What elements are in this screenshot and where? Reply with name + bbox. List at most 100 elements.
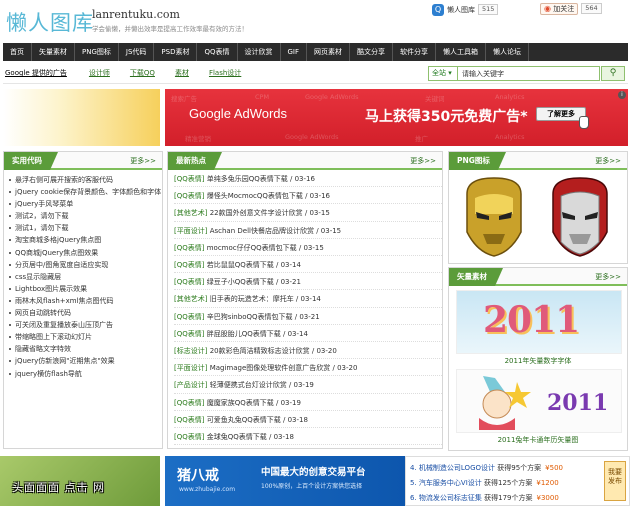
hot-list-item[interactable]: [QQ表情] 可爱鱼丸兔QQ表情下载 / 03-18: [174, 414, 442, 429]
code-list-item[interactable]: 测试2，请勿下载: [9, 210, 162, 222]
more-link[interactable]: 更多>>: [130, 156, 156, 166]
weibo-follow-button[interactable]: ◉ 加关注: [540, 2, 579, 15]
hot-item-category[interactable]: [QQ表情]: [174, 330, 204, 338]
vector-caption[interactable]: 2011年矢量数字字体: [449, 356, 627, 366]
subnav-google-ads[interactable]: Google 提供的广告: [5, 68, 67, 78]
code-list-item[interactable]: 悬浮右侧可展开搜索的客服代码: [9, 174, 162, 186]
code-list-item[interactable]: 网页自动跳转代码: [9, 307, 162, 319]
code-list-item[interactable]: 淘宝商城多格jQuery焦点图: [9, 234, 162, 246]
hot-item-title[interactable]: 胖屁股胎儿QQ表情下载: [207, 330, 281, 338]
hot-list-item[interactable]: [QQ表情] mocmoc仔仔QQ表情包下载 / 03-15: [174, 242, 442, 257]
hot-item-category[interactable]: [其他艺术]: [174, 209, 207, 217]
hot-item-category[interactable]: [平面设计]: [174, 364, 207, 372]
nav-item[interactable]: 首页: [3, 43, 32, 61]
nav-item[interactable]: GIF: [281, 43, 308, 61]
hot-list-item[interactable]: [QQ表情] 魔魔家族QQ表情下载 / 03-19: [174, 397, 442, 411]
nav-item[interactable]: QQ表情: [197, 43, 238, 61]
hot-item-title[interactable]: 22款国外创意文件字设计欣赏: [210, 209, 303, 217]
panel-title[interactable]: 最新热点: [168, 152, 222, 170]
hot-item-title[interactable]: Aschan Dell快餐店品牌设计欣赏: [210, 227, 314, 235]
hot-list-item[interactable]: [标志设计] 20款彩色简洁精致标志设计欣赏 / 03-20: [174, 345, 442, 360]
nav-item[interactable]: PNG图标: [75, 43, 119, 61]
hot-item-title[interactable]: 20款彩色简洁精致标志设计欣赏: [210, 347, 310, 355]
nav-item[interactable]: 软件分享: [393, 43, 437, 61]
hot-item-category[interactable]: [QQ表情]: [174, 175, 204, 183]
ad-info-icon[interactable]: i: [618, 91, 626, 99]
nav-item[interactable]: 设计欣赏: [238, 43, 281, 61]
search-scope-select[interactable]: 全站 ▾: [428, 66, 458, 81]
code-list-item[interactable]: 隐藏省略文字特效: [9, 343, 162, 355]
code-list-item[interactable]: 可关闭及重复播放泰山压顶广告: [9, 319, 162, 331]
hot-item-category[interactable]: [QQ表情]: [174, 433, 204, 441]
left-ad-slot[interactable]: [3, 89, 160, 146]
task-item[interactable]: 5. 汽车服务中心VI设计 获得125个方案 ¥1200: [410, 478, 559, 488]
site-logo[interactable]: 懒人图库: [6, 7, 94, 37]
code-list-item[interactable]: 分页居中/图角宽度自适应实现: [9, 259, 162, 271]
hot-list-item[interactable]: [其他艺术] 旧手表的玩造艺术：摩托车 / 03-14: [174, 293, 442, 308]
hot-item-category[interactable]: [其他艺术]: [174, 295, 207, 303]
nav-item[interactable]: 懒人工具箱: [436, 43, 487, 61]
code-list-item[interactable]: css显示隐藏层: [9, 271, 162, 283]
hot-list-item[interactable]: [QQ表情] 金球兔QQ表情下载 / 03-18: [174, 431, 442, 446]
more-link[interactable]: 更多>>: [595, 272, 621, 282]
hot-item-category[interactable]: [QQ表情]: [174, 192, 204, 200]
google-adwords-banner[interactable]: 搜索广告 CPM Google AdWords 关键词 Analytics 精准…: [165, 89, 628, 146]
code-list-item[interactable]: jQuery cookie保存背景颜色、字体颜色和字体: [9, 186, 162, 198]
subnav-download-qq[interactable]: 下载QQ: [130, 68, 155, 78]
hot-item-title[interactable]: 旧手表的玩造艺术：摩托车: [210, 295, 294, 303]
nav-item[interactable]: 网页素材: [307, 43, 351, 61]
hot-item-title[interactable]: Magimage图像处理软件创意广告欣赏: [210, 364, 331, 372]
task-item[interactable]: 6. 物流发公司标志征集 获得179个方案 ¥3000: [410, 493, 559, 503]
post-task-button[interactable]: 我要发布: [604, 461, 626, 501]
hot-item-title[interactable]: 辛巴狗sinboQQ表情包下载: [207, 313, 293, 321]
hot-item-title[interactable]: mocmoc仔仔QQ表情包下载: [207, 244, 297, 252]
subnav-material[interactable]: 素材: [175, 68, 189, 78]
hot-list-item[interactable]: [QQ表情] 若比鼠鼠QQ表情下载 / 03-14: [174, 259, 442, 274]
nav-item[interactable]: 矢量素材: [32, 43, 75, 61]
zhubajie-banner[interactable]: 猪八戒 www.zhubajie.com 中国最大的创意交易平台 100%原创，…: [165, 456, 405, 506]
panel-title[interactable]: 实用代码: [4, 152, 58, 170]
vector-thumbnail[interactable]: 2011: [456, 369, 622, 433]
hot-list-item[interactable]: [QQ表情] 绿豆子小QQ表情下载 / 03-21: [174, 276, 442, 291]
search-input[interactable]: [458, 66, 600, 81]
code-list-item[interactable]: 测试1，请勿下载: [9, 222, 162, 234]
nav-item[interactable]: JS代码: [119, 43, 155, 61]
code-list-item[interactable]: Lightbox图片展示效果: [9, 283, 162, 295]
code-list-item[interactable]: 雨林木风flash+xml焦点图代码: [9, 295, 162, 307]
vector-caption[interactable]: 2011兔年卡通年历矢量图: [449, 435, 627, 445]
iron-man-helmet-icons[interactable]: [449, 174, 627, 262]
hot-item-title[interactable]: 绿豆子小QQ表情下载: [207, 278, 274, 286]
hot-item-category[interactable]: [QQ表情]: [174, 244, 204, 252]
nav-item[interactable]: 酷文分享: [350, 43, 394, 61]
hot-item-category[interactable]: [平面设计]: [174, 227, 207, 235]
code-list-item[interactable]: jQuery手风琴菜单: [9, 198, 162, 210]
hot-list-item[interactable]: [QQ表情] 单纯多兔乐园QQ表情下载 / 03-16: [174, 173, 442, 188]
hot-item-category[interactable]: [QQ表情]: [174, 416, 204, 424]
hot-item-title[interactable]: 金球兔QQ表情下载: [207, 433, 267, 441]
qq-share-widget[interactable]: Q 懒人图库 515: [432, 3, 499, 16]
hot-item-title[interactable]: 单纯多兔乐园QQ表情下载: [207, 175, 288, 183]
hot-item-category[interactable]: [QQ表情]: [174, 261, 204, 269]
code-list-item[interactable]: 带缩略图上下滚动幻灯片: [9, 331, 162, 343]
hot-item-category[interactable]: [QQ表情]: [174, 313, 204, 321]
vector-thumbnail[interactable]: 2011: [456, 290, 622, 354]
hot-list-item[interactable]: [平面设计] Magimage图像处理软件创意广告欣赏 / 03-20: [174, 362, 442, 377]
hot-list-item[interactable]: [产品设计] 轻薄便携式台灯设计欣赏 / 03-19: [174, 379, 442, 394]
code-list-item[interactable]: QQ商城jQuery焦点图效果: [9, 247, 162, 259]
hot-item-title[interactable]: 魔魔家族QQ表情下载: [207, 399, 274, 407]
more-link[interactable]: 更多>>: [595, 156, 621, 166]
hot-item-title[interactable]: 轻薄便携式台灯设计欣赏: [210, 381, 287, 389]
hot-item-title[interactable]: 若比鼠鼠QQ表情下载: [207, 261, 274, 269]
hot-item-title[interactable]: 可爱鱼丸兔QQ表情下载: [207, 416, 281, 424]
subnav-designer[interactable]: 设计师: [89, 68, 110, 78]
hot-list-item[interactable]: [平面设计] Aschan Dell快餐店品牌设计欣赏 / 03-15: [174, 225, 442, 239]
hot-item-category[interactable]: [产品设计]: [174, 381, 207, 389]
hot-list-item[interactable]: [其他艺术] 22款国外创意文件字设计欣赏 / 03-15: [174, 207, 442, 222]
panel-title[interactable]: 矢量素材: [449, 268, 503, 286]
subnav-flash-design[interactable]: Flash设计: [209, 68, 241, 78]
hot-list-item[interactable]: [QQ表情] 胖屁股胎儿QQ表情下载 / 03-14: [174, 328, 442, 343]
hot-list-item[interactable]: [QQ表情] 辛巴狗sinboQQ表情包下载 / 03-21: [174, 311, 442, 325]
hot-item-category[interactable]: [标志设计]: [174, 347, 207, 355]
task-item[interactable]: 4. 机械制造公司LOGO设计 获得95个方案 ¥500: [410, 463, 563, 473]
hot-item-category[interactable]: [QQ表情]: [174, 278, 204, 286]
